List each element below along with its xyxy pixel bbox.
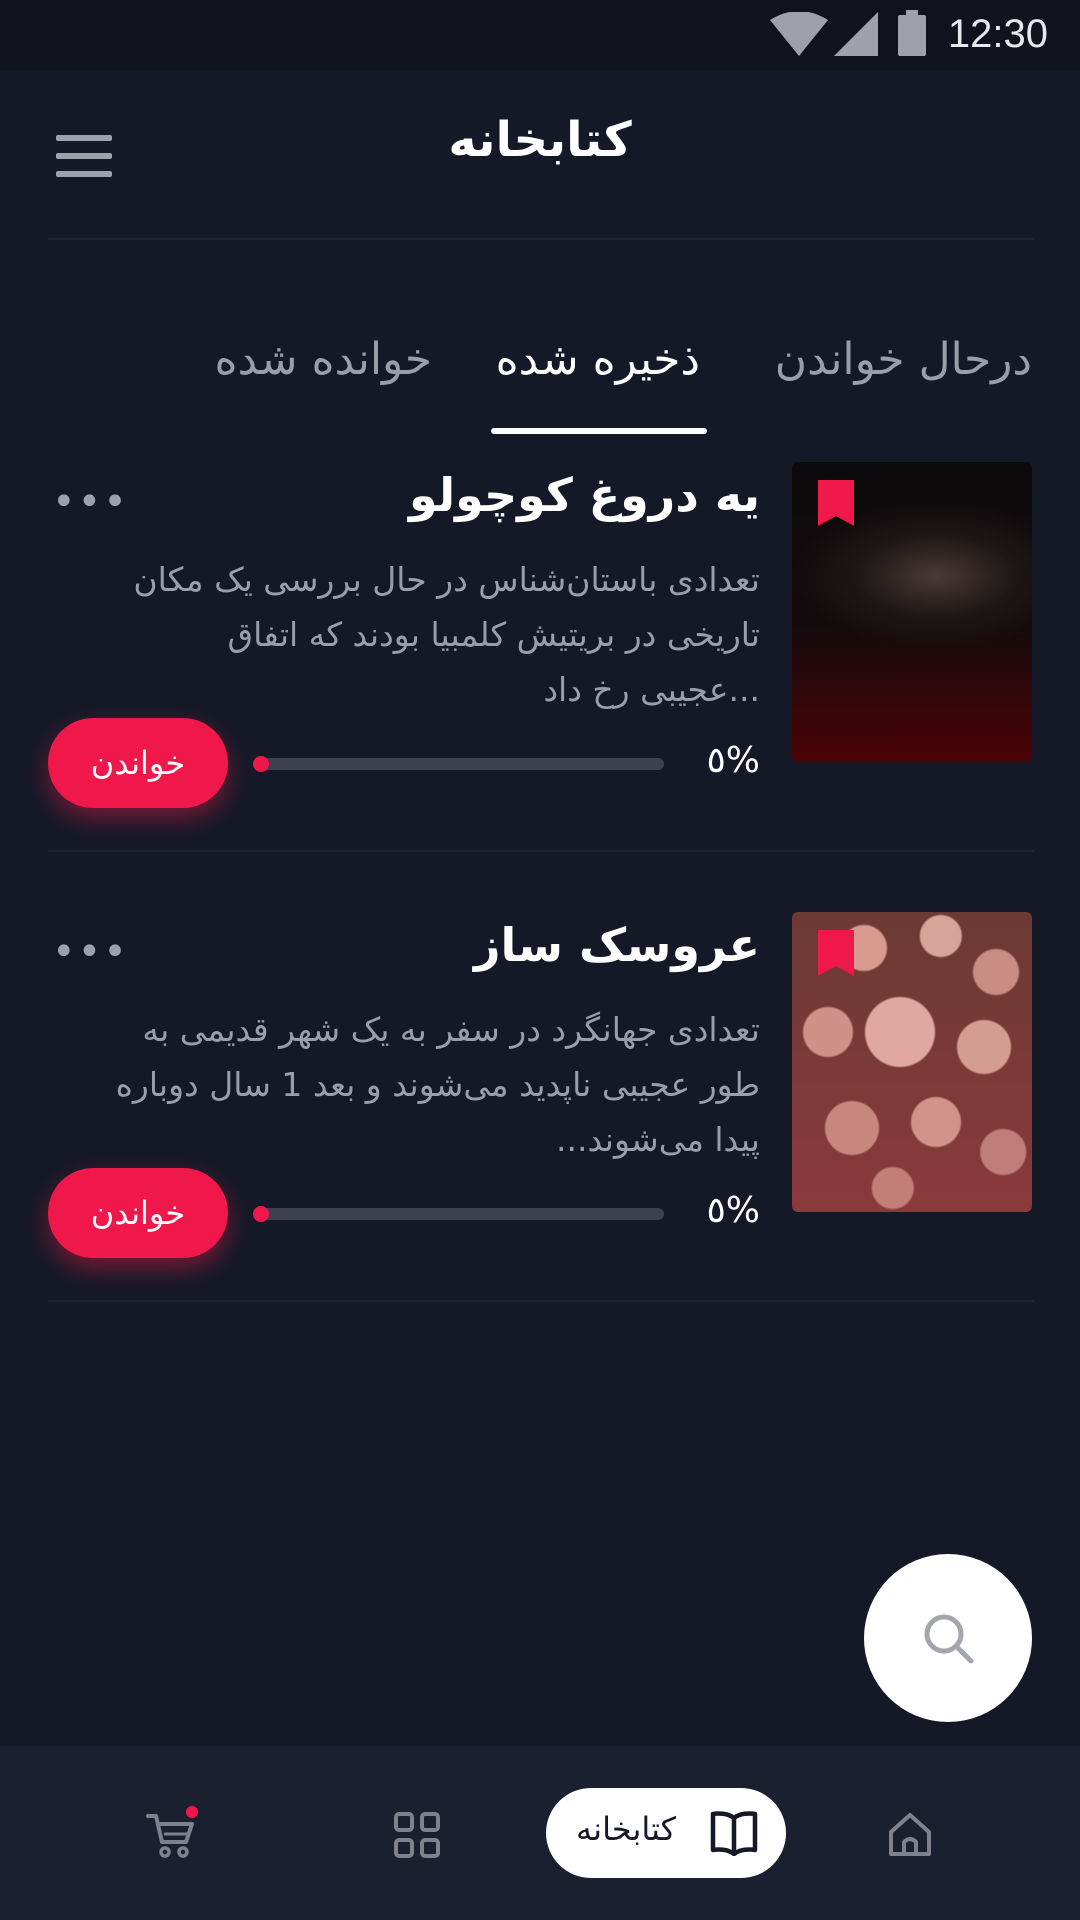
battery-icon — [898, 10, 926, 56]
bottom-navigation: کتابخانه — [0, 1746, 1080, 1920]
book-title: عروسک ساز — [474, 918, 760, 972]
nav-library-label: کتابخانه — [576, 1810, 677, 1848]
search-button[interactable] — [864, 1554, 1032, 1722]
read-button[interactable]: خواندن — [48, 718, 228, 808]
bookmark-icon[interactable] — [818, 480, 854, 526]
book-description: تعدادی جهانگرد در سفر به یک شهر قدیمی به… — [115, 1010, 760, 1159]
more-options-icon[interactable]: ••• — [52, 482, 129, 522]
search-icon — [924, 1614, 974, 1664]
book-card[interactable]: ••• یه دروغ کوچولو تعدادی باستان‌شناس در… — [0, 462, 1080, 912]
app-header: کتابخانه — [0, 70, 1080, 240]
tab-reading[interactable]: درحال خواندن — [775, 334, 1032, 385]
book-title: یه دروغ کوچولو — [409, 468, 760, 522]
cart-badge — [186, 1806, 198, 1818]
nav-library[interactable]: کتابخانه — [546, 1788, 786, 1878]
bookmark-icon[interactable] — [818, 930, 854, 976]
book-cover[interactable] — [792, 462, 1032, 762]
book-card[interactable]: ••• عروسک ساز تعدادی جهانگرد در سفر به ی… — [0, 912, 1080, 1362]
read-button[interactable]: خواندن — [48, 1168, 228, 1258]
home-icon[interactable] — [886, 1810, 934, 1858]
progress-bar — [253, 1206, 664, 1222]
tab-finished[interactable]: خوانده شده — [214, 334, 432, 385]
page-title: کتابخانه — [448, 112, 632, 168]
header-divider — [48, 238, 1034, 240]
progress-percent: ٥% — [706, 1190, 760, 1231]
book-description: تعدادی باستان‌شناس در حال بررسی یک مکان … — [133, 560, 760, 709]
library-tabs: درحال خواندن ذخیره شده خوانده شده — [0, 320, 1080, 440]
wifi-icon — [770, 12, 828, 56]
status-time: 12:30 — [947, 12, 1048, 56]
card-divider — [48, 1300, 1034, 1302]
book-open-icon — [710, 1811, 758, 1856]
grid-icon[interactable] — [394, 1812, 440, 1858]
more-options-icon[interactable]: ••• — [52, 932, 129, 972]
progress-bar — [253, 756, 664, 772]
book-cover[interactable] — [792, 912, 1032, 1212]
status-bar: 12:30 — [0, 0, 1080, 70]
card-divider — [48, 850, 1034, 852]
tab-saved[interactable]: ذخیره شده — [496, 334, 700, 385]
signal-icon — [834, 12, 878, 56]
progress-percent: ٥% — [706, 740, 760, 781]
active-tab-indicator — [491, 428, 707, 434]
